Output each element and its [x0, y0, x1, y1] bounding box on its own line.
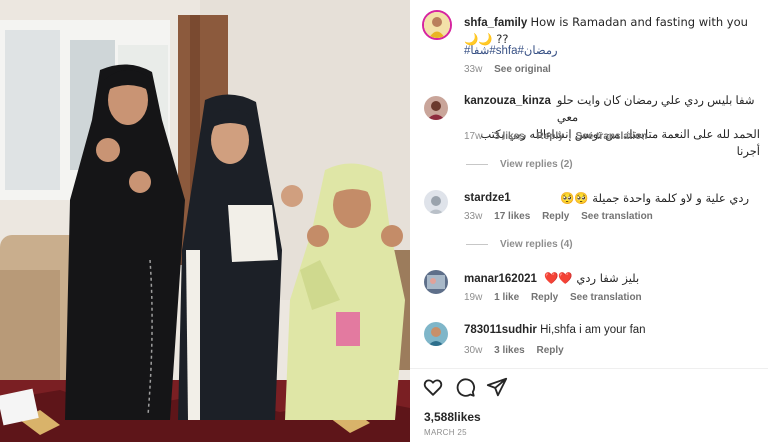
comment-username[interactable]: stardze1 [464, 192, 511, 204]
comment-item: kanzouza_kinza شفا بليس ردي علي رمضان كا… [464, 93, 760, 161]
comment-icon[interactable] [454, 376, 476, 398]
see-translation-button[interactable]: See translation [570, 292, 642, 303]
replies-line [466, 243, 488, 245]
comment-item: 783011sudhir Hi,shfa i am your fan [464, 322, 760, 339]
comment-likes[interactable]: 1 like [494, 292, 519, 303]
comment-username[interactable]: manar162021 [464, 273, 537, 285]
see-translation-button[interactable]: See translation [581, 211, 653, 222]
view-replies-label: View replies (2) [500, 159, 573, 170]
post-meta: 33w See original [464, 64, 560, 75]
post-time: 33w [464, 64, 483, 75]
see-original-button[interactable]: See original [494, 64, 551, 75]
owner-avatar[interactable] [422, 10, 452, 40]
comment-time: 19w [464, 292, 483, 303]
comment-meta: 17w 3 likes Reply See translation [464, 131, 656, 142]
comment-time: 30w [464, 345, 483, 356]
view-replies-label: View replies (4) [500, 239, 573, 250]
owner-username[interactable]: shfa_family [464, 17, 527, 29]
post-detail-panel: shfa_family How is Ramadan and fasting w… [410, 0, 768, 442]
comment-avatar[interactable] [424, 190, 448, 214]
comment-time: 17w [464, 131, 483, 142]
likes-count[interactable]: 3,588likes [424, 410, 481, 424]
view-replies-button[interactable]: View replies (4) [466, 239, 573, 250]
comment-item: manar162021 بليز شفا ردي ❤️❤️ [464, 270, 760, 288]
share-icon[interactable] [486, 376, 508, 398]
view-replies-button[interactable]: View replies (2) [466, 159, 573, 170]
see-translation-button[interactable]: See translation [576, 131, 648, 142]
comment-text: شفا بليس ردي علي رمضان كان وايت حلو معي [556, 95, 755, 124]
comment-meta: 19w 1 like Reply See translation [464, 292, 651, 303]
reply-button[interactable]: Reply [537, 131, 564, 142]
comment-item: stardze1 ردي علية و لاو كلمة واحدة جميلة… [464, 190, 760, 207]
comment-avatar[interactable] [424, 270, 448, 294]
comment-avatar[interactable] [424, 96, 448, 120]
reply-button[interactable]: Reply [537, 345, 564, 356]
comment-username[interactable]: 783011sudhir [464, 324, 537, 336]
comment-meta: 33w 17 likes Reply See translation [464, 211, 662, 222]
comment-text: Hi,shfa i am your fan [540, 324, 646, 336]
comment-text: ردي علية و لاو كلمة واحدة جميلة 🥺🥺 [560, 191, 750, 205]
comment-text: بليز شفا ردي ❤️❤️ [544, 271, 640, 285]
reply-button[interactable]: Reply [531, 292, 558, 303]
actions-divider [410, 368, 768, 369]
comment-likes[interactable]: 17 likes [494, 211, 530, 222]
post-hashtags[interactable]: #شفا#shfa#رمضان [464, 43, 558, 57]
comment-meta: 30w 3 likes Reply [464, 345, 573, 356]
reply-button[interactable]: Reply [542, 211, 569, 222]
comment-likes[interactable]: 3 likes [494, 345, 525, 356]
replies-line [466, 163, 488, 165]
comment-username[interactable]: kanzouza_kinza [464, 93, 551, 127]
comment-likes[interactable]: 3 likes [494, 131, 525, 142]
heart-icon[interactable] [422, 376, 444, 398]
post-photo[interactable] [0, 0, 410, 442]
comment-time: 33w [464, 211, 483, 222]
comment-avatar[interactable] [424, 322, 448, 346]
post-date: MARCH 25 [424, 428, 467, 437]
